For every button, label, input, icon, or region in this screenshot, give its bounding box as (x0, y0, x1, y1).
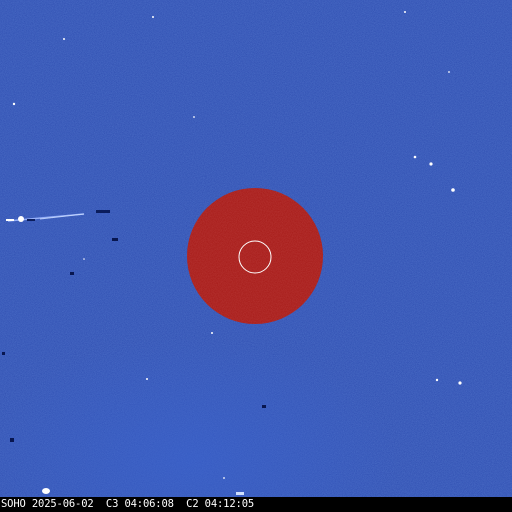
observation-date: 2025-06-02 (31, 498, 94, 510)
coronagraph-image: SOHO 2025-06-02 C3 04:06:08 C2 04:12:05 (0, 0, 512, 512)
occulter-disk (187, 188, 323, 324)
timestamp-caption: SOHO 2025-06-02 C3 04:06:08 C2 04:12:05 (1, 497, 254, 512)
observatory-label: SOHO (1, 498, 26, 510)
c3-label: C3 (105, 498, 119, 510)
c3-time: 04:06:08 (124, 498, 174, 510)
coronagraph-field (0, 0, 512, 497)
c2-label: C2 (186, 498, 199, 510)
caption-bar: SOHO 2025-06-02 C3 04:06:08 C2 04:12:05 (0, 497, 512, 512)
c2-time: 04:12:05 (204, 498, 255, 510)
